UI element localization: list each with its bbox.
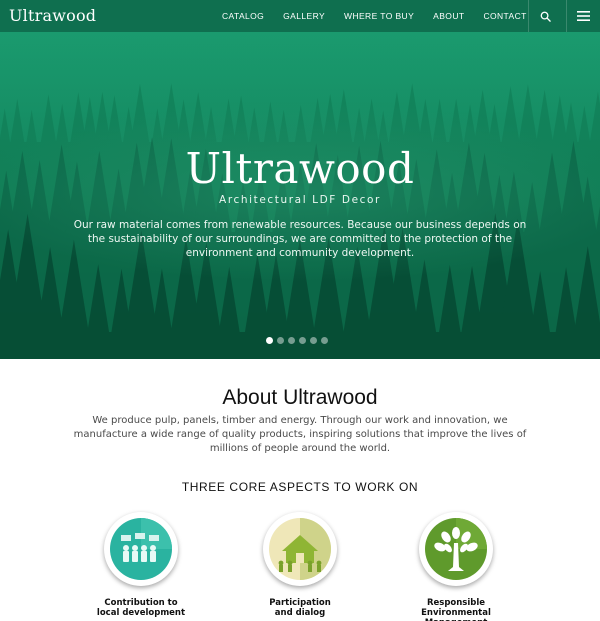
aspect-badge [263, 512, 337, 586]
nav-item-catalog[interactable]: CATALOG [222, 11, 264, 21]
aspect-environmental-management[interactable]: Responsible Environmental Management [396, 512, 516, 621]
aspect-label: Responsible Environmental Management [421, 598, 491, 621]
house-people-icon [269, 518, 331, 580]
carousel-dot-1[interactable] [266, 337, 273, 344]
nav-item-contact[interactable]: CONTACT [483, 11, 526, 21]
carousel-dot-3[interactable] [288, 337, 295, 344]
carousel-dot-6[interactable] [321, 337, 328, 344]
aspect-participation-dialog[interactable]: Participation and dialog [240, 512, 360, 618]
hero-title: Ultrawood [185, 144, 415, 193]
carousel-dot-5[interactable] [310, 337, 317, 344]
about-heading: About Ultrawood [222, 386, 378, 409]
hamburger-menu-icon [576, 11, 590, 21]
main-menu: CATALOG GALLERY WHERE TO BUY ABOUT CONTA… [222, 0, 546, 32]
aspect-badge [419, 512, 493, 586]
aspect-badge [104, 512, 178, 586]
top-nav: Ultrawood CATALOG GALLERY WHERE TO BUY A… [0, 0, 600, 32]
hero-subtitle: Architectural LDF Decor [219, 194, 381, 206]
site-logo[interactable]: Ultrawood [9, 6, 96, 25]
search-icon [540, 11, 551, 22]
carousel-dot-2[interactable] [277, 337, 284, 344]
hero-description: Our raw material comes from renewable re… [73, 219, 527, 259]
hero-banner: Ultrawood Architectural LDF Decor Our ra… [0, 32, 600, 359]
menu-button[interactable] [566, 0, 599, 32]
carousel-dot-4[interactable] [299, 337, 306, 344]
aspect-label: Participation and dialog [269, 598, 331, 618]
aspect-label: Contribution to local development [96, 598, 186, 618]
search-button[interactable] [528, 0, 561, 32]
about-description: We produce pulp, panels, timber and ener… [73, 415, 527, 454]
nav-item-gallery[interactable]: GALLERY [283, 11, 325, 21]
people-community-icon [110, 518, 172, 580]
carousel-dots [266, 337, 332, 344]
nav-item-about[interactable]: ABOUT [433, 11, 464, 21]
aspects-heading: THREE CORE ASPECTS TO WORK ON [181, 480, 419, 494]
aspect-local-development[interactable]: Contribution to local development [81, 512, 201, 618]
nav-item-where-to-buy[interactable]: WHERE TO BUY [344, 11, 414, 21]
tree-icon [425, 518, 487, 580]
